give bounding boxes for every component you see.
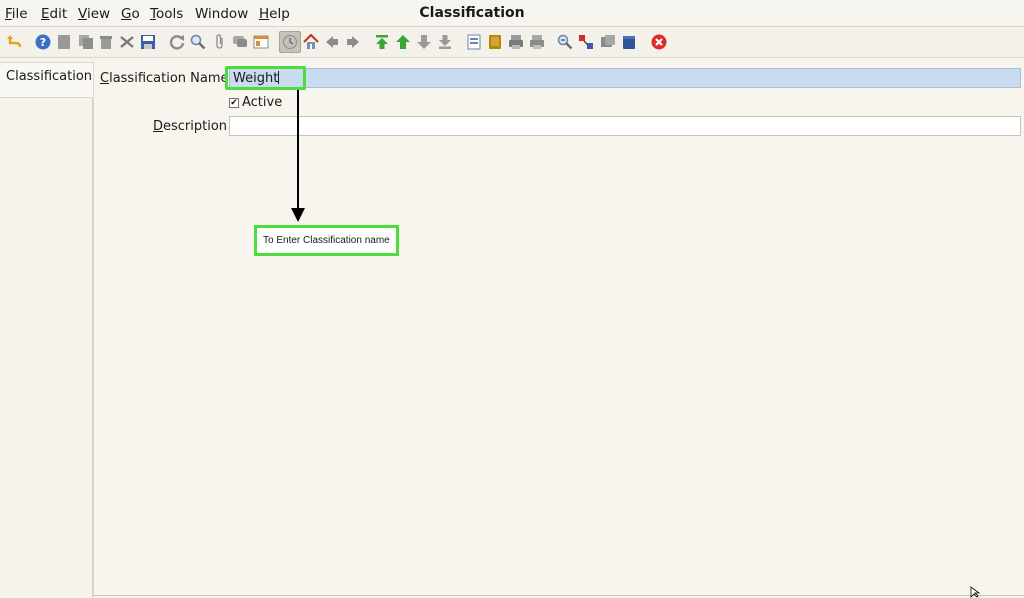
annotation-callout: To Enter Classification name (254, 225, 399, 256)
mouse-pointer-icon (970, 586, 981, 598)
annotation-arrow (291, 90, 305, 222)
